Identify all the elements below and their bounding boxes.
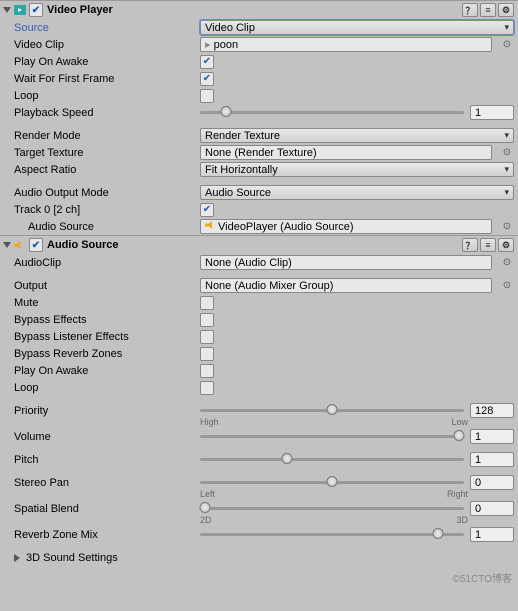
spatial-blend-label: Spatial Blend [14,503,200,515]
track-0-checkbox[interactable]: ✔ [200,203,214,217]
play-on-awake-label: Play On Awake [14,56,200,68]
priority-label: Priority [14,405,200,417]
volume-value[interactable]: 1 [470,429,514,444]
enable-audio-source-checkbox[interactable]: ✔ [29,238,43,252]
audio-output-mode-label: Audio Output Mode [14,187,200,199]
options-button[interactable]: ⚙ [498,3,514,17]
priority-value[interactable]: 128 [470,403,514,418]
bypass-effects-checkbox[interactable] [200,313,214,327]
spatial-blend-value[interactable]: 0 [470,501,514,516]
audio-source-header[interactable]: ✔ Audio Source ？ ≡ ⚙ [0,236,518,254]
play-on-awake-checkbox[interactable]: ✔ [200,55,214,69]
audio-source-label: Audio Source [28,221,200,233]
video-clip-label: Video Clip [14,39,200,51]
playback-speed-label: Playback Speed [14,107,200,119]
source-dropdown[interactable]: Video Clip ▾ [200,20,514,35]
as-loop-label: Loop [14,382,200,394]
help-button[interactable]: ？ [462,238,478,252]
reverb-zone-mix-slider[interactable] [200,533,464,536]
object-picker-icon[interactable]: ⊙ [500,280,514,291]
chevron-down-icon: ▾ [504,187,509,198]
target-texture-label: Target Texture [14,147,200,159]
bypass-listener-label: Bypass Listener Effects [14,331,200,343]
priority-slider[interactable] [200,409,464,412]
options-button[interactable]: ⚙ [498,238,514,252]
object-picker-icon[interactable]: ⊙ [500,257,514,268]
slider-thumb[interactable] [221,106,232,117]
target-texture-field[interactable]: None (Render Texture) [200,145,492,160]
object-picker-icon[interactable]: ⊙ [500,147,514,158]
playback-speed-value[interactable]: 1 [470,105,514,120]
stereo-pan-label: Stereo Pan [14,477,200,489]
output-field[interactable]: None (Audio Mixer Group) [200,278,492,293]
audio-output-mode-dropdown[interactable]: Audio Source ▾ [200,185,514,200]
stereo-pan-value[interactable]: 0 [470,475,514,490]
output-label: Output [14,280,200,292]
audio-source-component: ✔ Audio Source ？ ≡ ⚙ AudioClip None (Aud… [0,235,518,566]
preset-button[interactable]: ≡ [480,238,496,252]
render-mode-label: Render Mode [14,130,200,142]
mute-checkbox[interactable] [200,296,214,310]
as-loop-checkbox[interactable] [200,381,214,395]
audio-source-icon [13,238,27,252]
audioclip-field[interactable]: None (Audio Clip) [200,255,492,270]
playback-speed-slider[interactable] [200,111,464,114]
reverb-zone-mix-label: Reverb Zone Mix [14,529,200,541]
chevron-down-icon: ▾ [504,130,509,141]
video-clip-field[interactable]: ▸ poon [200,37,492,52]
foldout-icon[interactable] [3,7,11,13]
as-play-on-awake-checkbox[interactable] [200,364,214,378]
aspect-ratio-label: Aspect Ratio [14,164,200,176]
wait-first-frame-label: Wait For First Frame [14,73,200,85]
video-player-component: ✔ Video Player ？ ≡ ⚙ Source Video Clip ▾… [0,0,518,235]
bypass-listener-checkbox[interactable] [200,330,214,344]
bypass-effects-label: Bypass Effects [14,314,200,326]
pitch-slider[interactable] [200,458,464,461]
chevron-down-icon: ▾ [504,22,509,33]
render-mode-dropdown[interactable]: Render Texture ▾ [200,128,514,143]
audio-source-title: Audio Source [47,239,460,251]
pitch-label: Pitch [14,454,200,466]
mute-label: Mute [14,297,200,309]
bypass-reverb-label: Bypass Reverb Zones [14,348,200,360]
help-button[interactable]: ？ [462,3,478,17]
volume-slider[interactable] [200,435,464,438]
spatial-blend-slider[interactable] [200,507,464,510]
track-0-label: Track 0 [2 ch] [14,204,200,216]
loop-label: Loop [14,90,200,102]
volume-label: Volume [14,431,200,443]
3d-sound-settings-label: 3D Sound Settings [26,552,118,564]
aspect-ratio-dropdown[interactable]: Fit Horizontally ▾ [200,162,514,177]
enable-video-player-checkbox[interactable]: ✔ [29,3,43,17]
foldout-icon[interactable] [3,242,11,248]
pitch-value[interactable]: 1 [470,452,514,467]
reverb-zone-mix-value[interactable]: 1 [470,527,514,542]
watermark: ©51CTO博客 [0,566,518,589]
3d-sound-settings-row[interactable]: 3D Sound Settings [0,549,518,566]
audio-source-field[interactable]: VideoPlayer (Audio Source) [200,219,492,234]
as-play-on-awake-label: Play On Awake [14,365,200,377]
video-player-header[interactable]: ✔ Video Player ？ ≡ ⚙ [0,1,518,19]
foldout-icon[interactable] [14,554,20,562]
audioclip-label: AudioClip [14,257,200,269]
object-picker-icon[interactable]: ⊙ [500,221,514,232]
preset-button[interactable]: ≡ [480,3,496,17]
wait-first-frame-checkbox[interactable]: ✔ [200,72,214,86]
loop-checkbox[interactable] [200,89,214,103]
video-player-title: Video Player [47,4,460,16]
object-picker-icon[interactable]: ⊙ [500,39,514,50]
audio-icon [205,220,215,230]
source-label: Source [14,22,200,34]
video-player-icon [13,3,27,17]
chevron-down-icon: ▾ [504,164,509,175]
stereo-pan-slider[interactable] [200,481,464,484]
bypass-reverb-checkbox[interactable] [200,347,214,361]
